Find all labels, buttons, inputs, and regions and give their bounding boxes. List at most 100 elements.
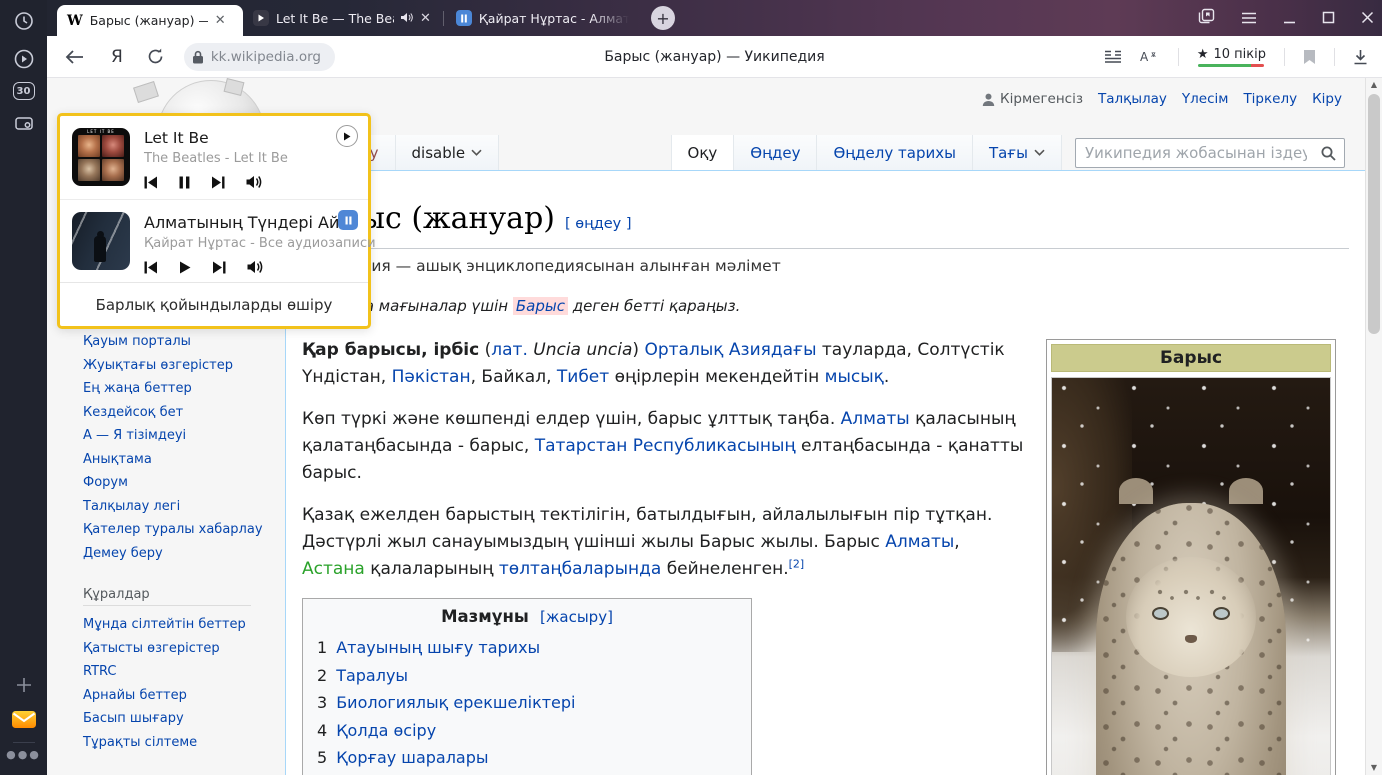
- personal-link[interactable]: Үлесім: [1182, 91, 1229, 107]
- tab-letitbe[interactable]: Let It Be — The Beat ✕: [243, 0, 441, 36]
- personal-link[interactable]: Талқылау: [1098, 91, 1167, 107]
- personal-link[interactable]: Кіру: [1312, 91, 1342, 107]
- tab-audio-icon[interactable]: [401, 11, 413, 26]
- sidebar-nav-link[interactable]: Анықтама: [83, 448, 278, 472]
- wiki-link[interactable]: мысық: [825, 367, 884, 387]
- tabs-panel-icon[interactable]: [1198, 8, 1215, 28]
- sidebar-nav-link[interactable]: А — Я тізімдеуі: [83, 424, 278, 448]
- reload-button[interactable]: [147, 48, 164, 65]
- site-reviews[interactable]: ★ 10 пікір: [1197, 47, 1266, 67]
- sidebar-nav-link[interactable]: Ең жаңа беттер: [83, 377, 278, 401]
- tab-more[interactable]: Тағы: [973, 135, 1062, 171]
- minimize-icon[interactable]: [1283, 9, 1296, 28]
- search-input[interactable]: [1076, 144, 1313, 162]
- next-track-icon[interactable]: [212, 259, 226, 278]
- tab-kairat[interactable]: Қайрат Нұртас - Алматын: [446, 0, 639, 36]
- toc-item[interactable]: 2 Таралуы: [303, 662, 751, 690]
- sidebar-nav-link[interactable]: Форум: [83, 471, 278, 495]
- sidebar-nav-link[interactable]: Қателер туралы хабарлау: [83, 518, 278, 542]
- wiki-link[interactable]: төлтаңбаларында: [499, 559, 661, 579]
- sidebar-tool-link[interactable]: RTRC: [83, 660, 278, 684]
- wiki-link[interactable]: [2]: [789, 557, 805, 570]
- sidebar-nav-link[interactable]: Жуықтағы өзгерістер: [83, 354, 278, 378]
- sidebar-tool-link[interactable]: Арнайы беттер: [83, 684, 278, 708]
- tab-wikipedia[interactable]: W Барыс (жануар) — Уики ✕: [57, 5, 243, 36]
- sidebar-tool-link[interactable]: Қатысты өзгерістер: [83, 637, 278, 661]
- next-track-icon[interactable]: [211, 174, 225, 193]
- snow-leopard-image[interactable]: [1051, 377, 1331, 775]
- wiki-link[interactable]: Татарстан Республикасының: [535, 436, 796, 456]
- mail-icon[interactable]: [11, 706, 37, 732]
- yandex-icon[interactable]: Я: [111, 47, 123, 67]
- paragraph: Қар барысы, ірбіс (лат. Uncia uncia) Орт…: [302, 337, 1026, 391]
- close-tab-icon[interactable]: ✕: [215, 13, 226, 28]
- wiki-link[interactable]: Пәкістан: [392, 367, 471, 387]
- screen-share-icon[interactable]: [11, 110, 37, 136]
- wiki-link[interactable]: Барыс: [513, 297, 568, 315]
- tab-title: Барыс (жануар) — Уики: [90, 13, 208, 28]
- toc-item[interactable]: 1 Атауының шығу тарихы: [303, 634, 751, 662]
- toc-item[interactable]: 4 Қолда өсіру: [303, 717, 751, 745]
- sidebar-nav-link[interactable]: Қауым порталы: [83, 330, 278, 354]
- tab-edit[interactable]: Өңдеу: [734, 135, 817, 171]
- history-icon[interactable]: [11, 8, 37, 34]
- previous-track-icon[interactable]: [144, 174, 158, 193]
- tab-audio-popup: Let It Be The Beatles - Let It Be Алматы…: [57, 113, 371, 329]
- close-window-icon[interactable]: [1361, 9, 1374, 28]
- scroll-down-icon[interactable]: ▼: [1366, 763, 1382, 772]
- player-icon[interactable]: [11, 46, 37, 72]
- tab-disable-gadget[interactable]: disable: [396, 135, 500, 171]
- wiki-link[interactable]: Орталық Азиядағы: [644, 340, 816, 360]
- scroll-up-icon[interactable]: ▲: [1366, 80, 1382, 89]
- sidebar-add-icon[interactable]: [11, 672, 37, 698]
- toc-item[interactable]: 5.1 Статус: [303, 772, 751, 775]
- wiki-link[interactable]: Тибет: [557, 367, 609, 387]
- sidebar-tool-link[interactable]: Мұнда сілтейтін беттер: [83, 613, 278, 637]
- personal-link[interactable]: Тіркелу: [1243, 91, 1297, 107]
- mute-all-tabs-button[interactable]: Барлық қойындыларды өшіру: [60, 282, 368, 326]
- page-scrollbar[interactable]: ▲ ▼: [1365, 78, 1382, 775]
- address-bar[interactable]: kk.wikipedia.org: [184, 43, 335, 71]
- new-tab-button[interactable]: +: [651, 6, 675, 30]
- tab-read[interactable]: Оқу: [671, 135, 735, 171]
- toc-hide-toggle[interactable]: [жасыру]: [540, 608, 613, 626]
- wiki-link[interactable]: Алматы: [885, 532, 954, 552]
- tab-history[interactable]: Өңделу тарихы: [817, 135, 972, 171]
- search-icon[interactable]: [1313, 146, 1344, 161]
- sidebar-nav-link[interactable]: Демеу беру: [83, 542, 278, 566]
- sidebar-nav-link[interactable]: Талқылау легі: [83, 495, 278, 519]
- sidebar-tool-link[interactable]: Басып шығару: [83, 707, 278, 731]
- edit-section-link[interactable]: [ өңдеу ]: [565, 216, 632, 232]
- tools-section-header: Құралдар: [83, 587, 251, 606]
- wiki-link[interactable]: Астана: [302, 559, 365, 579]
- scrollbar-thumb[interactable]: [1368, 94, 1380, 334]
- svg-text:A: A: [1140, 50, 1149, 64]
- previous-track-icon[interactable]: [144, 259, 158, 278]
- volume-icon[interactable]: [247, 259, 263, 278]
- sidebar-more-icon[interactable]: ●●●: [6, 748, 41, 761]
- download-icon[interactable]: [1353, 49, 1368, 65]
- resume-tab-button[interactable]: [336, 125, 358, 147]
- tab-title: Let It Be — The Beat: [276, 11, 394, 26]
- sidebar-tool-link[interactable]: Тұрақты сілтеме: [83, 731, 278, 755]
- user-status[interactable]: Кірмегенсіз: [982, 91, 1083, 107]
- menu-icon[interactable]: [1241, 9, 1257, 28]
- maximize-icon[interactable]: [1322, 9, 1335, 28]
- toc-item[interactable]: 5 Қорғау шаралары: [303, 744, 751, 772]
- tab-pause-badge[interactable]: [338, 210, 358, 230]
- close-tab-icon[interactable]: ✕: [420, 11, 431, 26]
- bookmark-icon[interactable]: [1303, 49, 1316, 65]
- reader-mode-icon[interactable]: [1104, 50, 1122, 64]
- back-button[interactable]: [65, 49, 85, 65]
- audio-pause-favicon: [456, 10, 472, 26]
- wiki-link[interactable]: Алматы: [841, 409, 910, 429]
- pause-icon[interactable]: [179, 174, 190, 193]
- volume-icon[interactable]: [246, 174, 262, 193]
- translate-icon[interactable]: A ѫ: [1140, 49, 1160, 64]
- play-icon[interactable]: [179, 259, 191, 278]
- wiki-link[interactable]: лат.: [491, 340, 528, 360]
- calendar-icon[interactable]: 30: [11, 78, 37, 104]
- wikipedia-logo[interactable]: [105, 78, 265, 113]
- toc-item[interactable]: 3 Биологиялық ерекшеліктері: [303, 689, 751, 717]
- sidebar-nav-link[interactable]: Кездейсоқ бет: [83, 401, 278, 425]
